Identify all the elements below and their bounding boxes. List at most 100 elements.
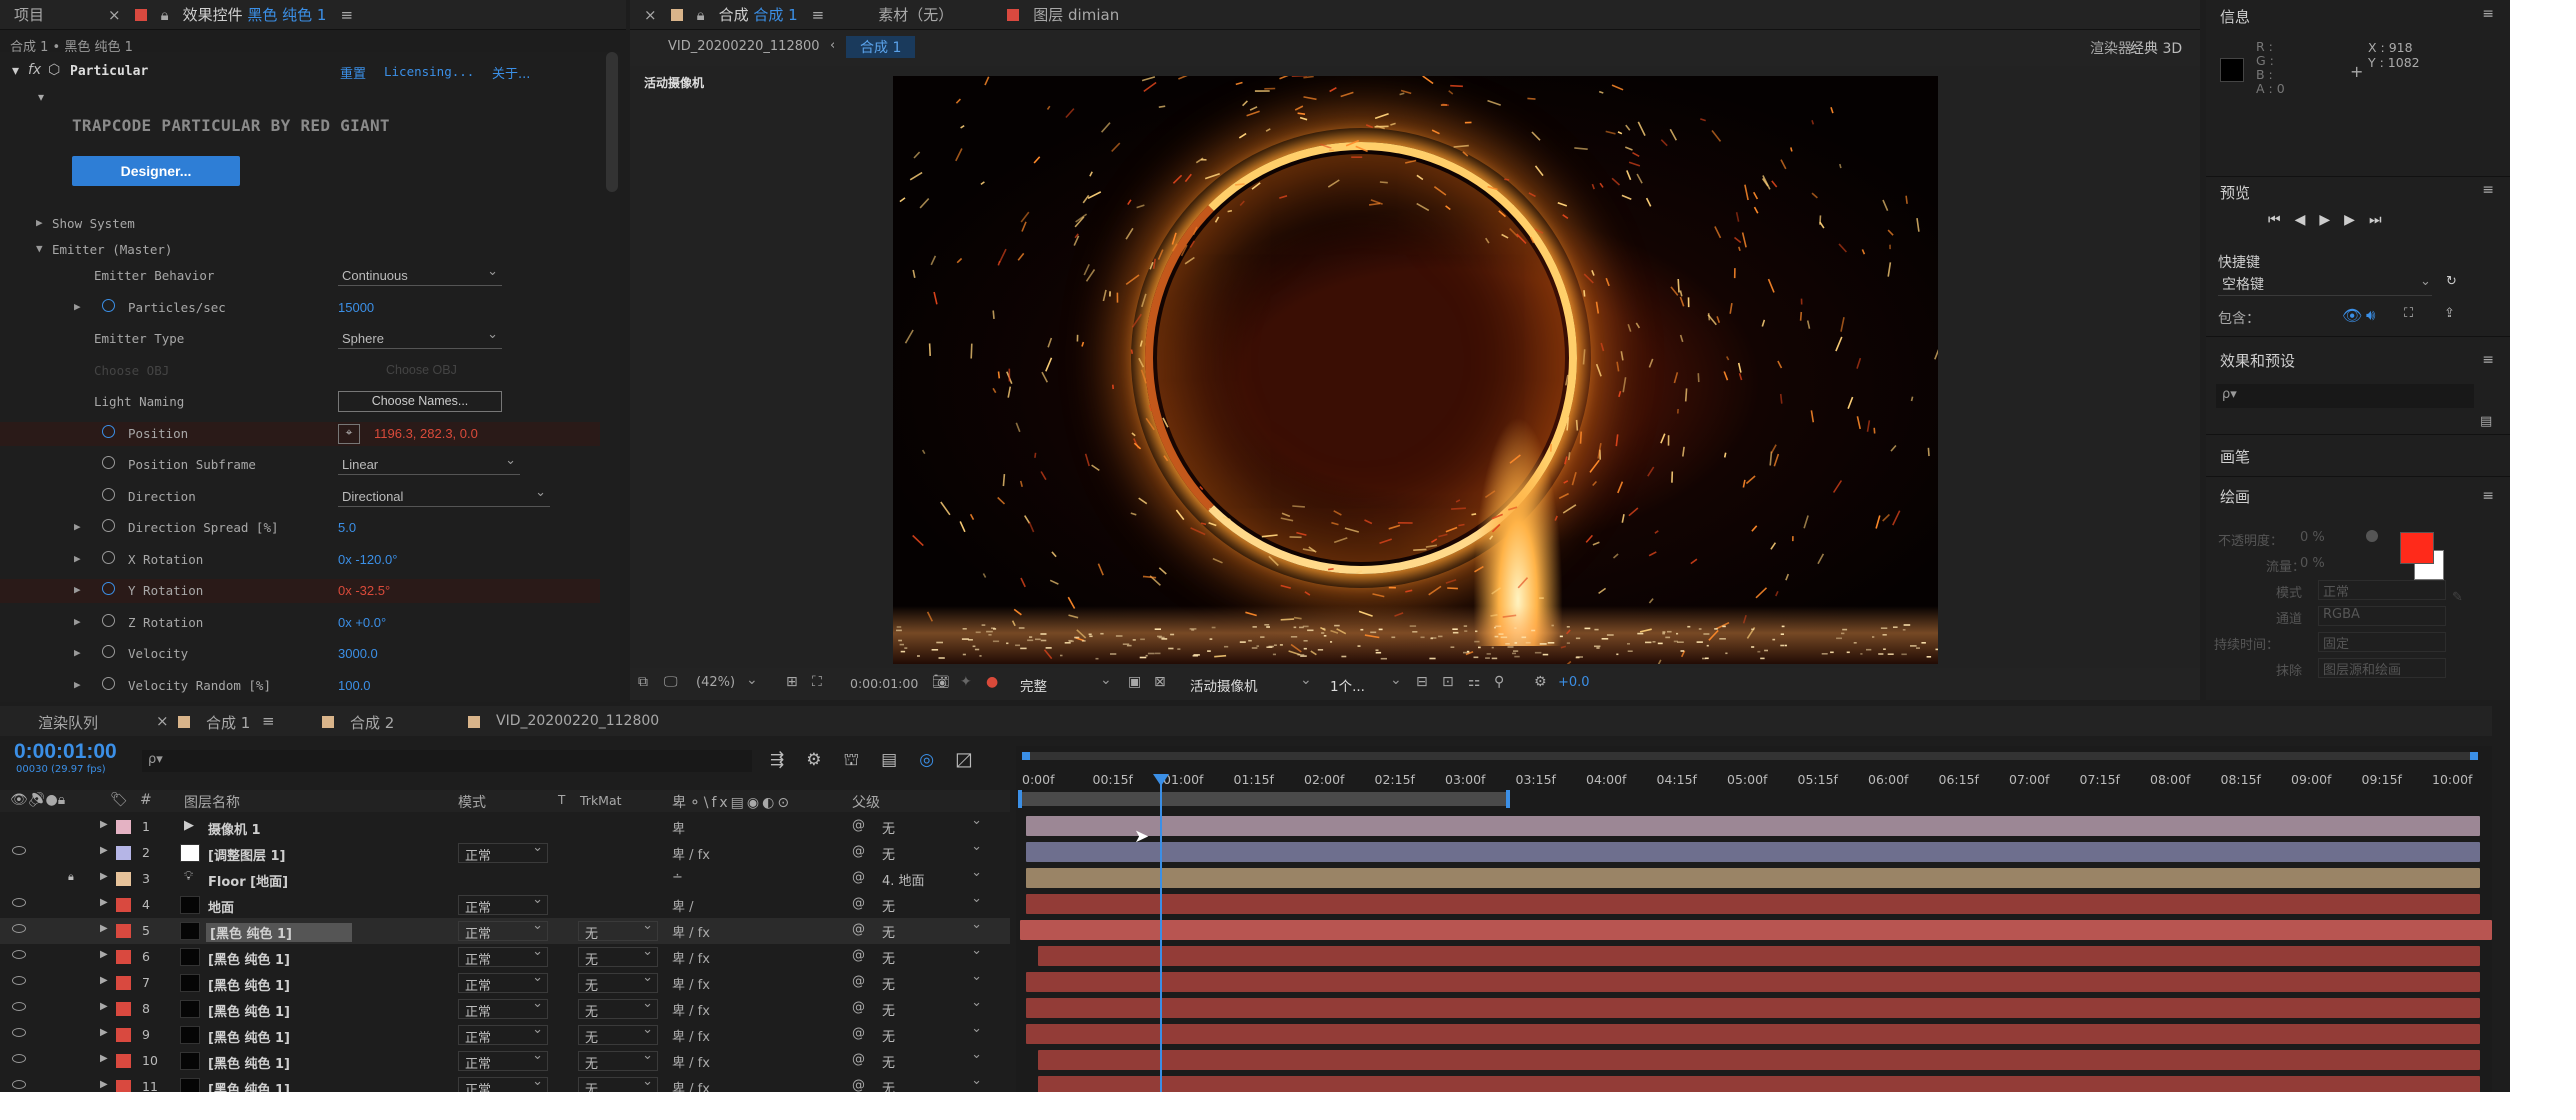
stopwatch-icon[interactable]	[102, 676, 115, 690]
paintbrush-panel-title[interactable]: 画笔	[2220, 446, 2250, 467]
trkmat-dropdown[interactable]: 无	[578, 970, 658, 994]
visibility-eye-icon[interactable]	[12, 1054, 26, 1063]
fit-icon[interactable]: ⊞	[786, 674, 798, 690]
layer-name[interactable]: 摄像机 1	[208, 819, 261, 838]
chevron-down-icon[interactable]: ⌄	[2420, 274, 2431, 289]
playhead-handle[interactable]	[1153, 774, 1169, 786]
tab-comp1[interactable]: 合成 1	[206, 712, 250, 733]
expand-triangle-icon[interactable]: ▶	[100, 975, 108, 986]
visibility-eye-icon[interactable]	[12, 950, 26, 959]
layer-name[interactable]: Floor [地面]	[208, 871, 288, 890]
current-time[interactable]: 0:00:01:00	[850, 676, 918, 691]
layer-switches[interactable]: ∸	[672, 870, 683, 885]
layer-switches[interactable]: 卑 / fx	[672, 948, 710, 967]
work-area-end[interactable]	[1506, 790, 1510, 808]
visibility-eye-icon[interactable]	[12, 1080, 26, 1089]
prop-value[interactable]: 5.0	[338, 520, 356, 535]
zoom-dropdown[interactable]: (42%)	[696, 675, 735, 690]
expand-triangle-icon[interactable]: ▶	[74, 615, 81, 628]
stopwatch-icon[interactable]	[102, 519, 115, 532]
breadcrumb-footage[interactable]: VID_20200220_112800	[668, 39, 820, 54]
effect-prop-row[interactable]: Choose OBJ Choose OBJ	[0, 359, 600, 383]
layer-duration-bar[interactable]	[1026, 998, 2480, 1018]
parent-dropdown[interactable]: 无	[852, 917, 986, 941]
parent-dropdown[interactable]: 4. 地面	[852, 865, 986, 889]
licensing-link[interactable]: Licensing...	[384, 64, 474, 79]
layer-row[interactable]: ▶5[黑色 纯色 1]正常无卑 / fx无	[0, 917, 1010, 944]
stopwatch-icon[interactable]	[102, 613, 115, 627]
loop-icon[interactable]: ↻	[2446, 274, 2457, 289]
prop-value[interactable]: 15000	[338, 300, 374, 315]
layer-label-color[interactable]	[116, 820, 131, 834]
effect-prop-row[interactable]: Position ⌖ 1196.3, 282.3, 0.0	[0, 421, 600, 446]
layer-row[interactable]: ▶ 1 ▶︎ 摄像机 1 卑 无	[0, 813, 1010, 840]
expand-triangle-icon[interactable]: ▶	[74, 520, 81, 533]
layer-row[interactable]: ▶7[黑色 纯色 1]正常无卑 / fx无	[0, 969, 1010, 996]
layer-label-color[interactable]	[116, 846, 131, 860]
show-snapshot-icon[interactable]: ✦	[960, 674, 972, 690]
close-icon[interactable]: ×	[644, 6, 657, 24]
layer-name[interactable]: [调整图层 1]	[208, 845, 285, 864]
layer-duration-bar[interactable]	[1038, 1050, 2480, 1070]
parent-dropdown[interactable]: 无	[852, 1073, 986, 1092]
shy-icon[interactable]: ⛫	[844, 750, 882, 770]
layer-duration-bar[interactable]	[1026, 1024, 2480, 1044]
overlay-include-icon[interactable]: ⛶	[2404, 306, 2413, 321]
layer-switches[interactable]: 卑 / fx	[672, 974, 710, 993]
trkmat-dropdown[interactable]: 无	[578, 1022, 658, 1046]
visibility-eye-icon[interactable]	[12, 976, 26, 985]
blend-mode-dropdown[interactable]: 正常	[458, 996, 548, 1020]
layer-duration-bar[interactable]	[1026, 868, 2480, 888]
region-icon[interactable]: ⛶	[812, 674, 822, 690]
layer-row[interactable]: 🔒︎ ▶ 3 💡︎ Floor [地面] ∸ 4. 地面	[0, 865, 1010, 892]
effects-search-input[interactable]: ρ▾	[2216, 384, 2474, 408]
blend-mode-dropdown[interactable]: 正常	[458, 892, 548, 916]
toggle-pixel-icon[interactable]: ⊟	[1416, 674, 1428, 690]
stopwatch-icon[interactable]	[102, 582, 115, 595]
tab-project[interactable]: 项目	[14, 4, 44, 25]
expand-triangle-icon[interactable]: ▶	[74, 300, 81, 313]
layer-switches[interactable]: 卑 / fx	[672, 1000, 710, 1019]
effect-prop-row[interactable]: Position Subframe Linear	[0, 452, 600, 477]
parent-dropdown[interactable]: 无	[852, 995, 986, 1019]
header-layer-name[interactable]: 图层名称	[184, 792, 240, 812]
layer-switches[interactable]: 卑 / fx	[672, 1052, 710, 1071]
views-dropdown[interactable]: 1个...	[1330, 675, 1365, 695]
layer-name[interactable]: [黑色 纯色 1]	[208, 949, 290, 968]
expand-triangle-icon[interactable]: ▶	[74, 583, 81, 596]
layer-duration-bar[interactable]	[1038, 946, 2480, 966]
layer-switches[interactable]: 卑 / fx	[672, 922, 710, 941]
timeline-icon[interactable]: ⚏	[1468, 674, 1481, 690]
stopwatch-icon[interactable]	[102, 424, 115, 438]
layer-duration-bar[interactable]	[1020, 920, 2492, 940]
expand-triangle-icon[interactable]: ▶	[100, 871, 108, 882]
tab-render-queue[interactable]: 渲染队列	[38, 712, 98, 733]
quality-dropdown[interactable]: 完整	[1020, 675, 1047, 695]
layer-row[interactable]: ▶ 2 [调整图层 1] 正常 卑 / fx 无	[0, 839, 1010, 866]
expand-triangle-icon[interactable]: ▶	[100, 897, 108, 908]
layer-name[interactable]: [黑色 纯色 1]	[208, 1079, 290, 1092]
blend-mode-dropdown[interactable]: 正常	[458, 944, 548, 968]
graph-editor-icon[interactable]: ⧄	[956, 750, 994, 770]
effect-prop-row[interactable]: ▶ Particles/sec 15000	[0, 296, 600, 320]
video-include-icon[interactable]: 👁︎	[2342, 306, 2362, 325]
parent-dropdown[interactable]: 无	[852, 1021, 986, 1045]
layer-label-color[interactable]	[116, 1080, 131, 1092]
stopwatch-icon[interactable]	[102, 456, 115, 469]
close-icon[interactable]: ×	[108, 6, 121, 24]
shortcut-dropdown[interactable]: 空格键	[2218, 274, 2432, 296]
layer-duration-bar[interactable]	[1038, 1076, 2480, 1092]
blend-mode-dropdown[interactable]: 正常	[458, 1074, 548, 1092]
work-area-bar[interactable]	[1022, 792, 1510, 806]
layer-duration-bar[interactable]	[1026, 842, 2480, 862]
position-target-icon[interactable]: ⌖	[338, 423, 360, 444]
audio-include-icon[interactable]: 🔊︎	[2366, 306, 2375, 324]
close-icon[interactable]: ×	[156, 712, 169, 730]
exposure-value[interactable]: +0.0	[1558, 675, 1590, 690]
transparency-grid-icon[interactable]: ▣	[1128, 674, 1141, 690]
layer-switches[interactable]: 卑 / fx	[672, 1078, 710, 1092]
stopwatch-icon[interactable]	[102, 645, 115, 658]
panel-menu-icon[interactable]: ≡	[340, 6, 353, 24]
motion-blur-icon[interactable]: ◎	[919, 750, 956, 770]
layer-search-input[interactable]: ρ▾	[142, 750, 752, 772]
